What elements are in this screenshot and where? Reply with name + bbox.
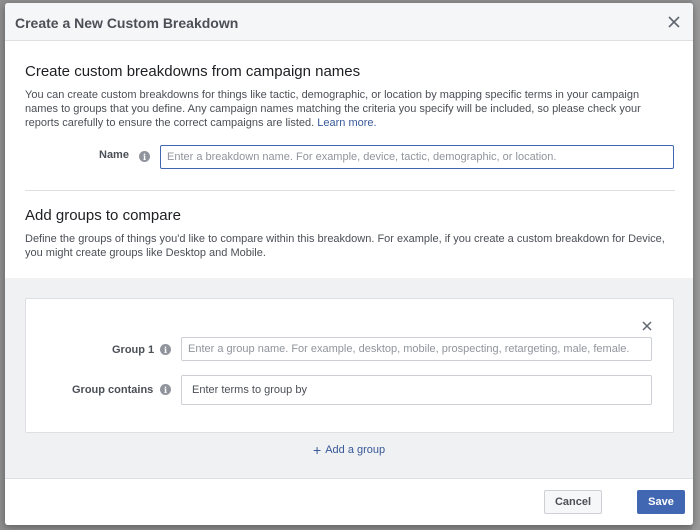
custom-breakdown-modal: Create a New Custom Breakdown Create cus… <box>5 3 693 525</box>
modal-footer: Cancel Save <box>5 478 693 525</box>
cancel-button[interactable]: Cancel <box>544 490 602 514</box>
breakdown-name-input[interactable]: Enter a breakdown name. For example, dev… <box>160 145 674 169</box>
name-row: Name <box>99 149 129 161</box>
name-label: Name <box>99 149 129 161</box>
add-group-label: Add a group <box>325 444 386 456</box>
group-terms-input[interactable]: Enter terms to group by <box>181 375 652 405</box>
modal-header: Create a New Custom Breakdown <box>5 3 693 41</box>
info-icon[interactable]: i <box>160 344 171 355</box>
modal-title: Create a New Custom Breakdown <box>15 15 239 31</box>
close-icon[interactable] <box>663 11 685 33</box>
breakdown-name-section: Create custom breakdowns from campaign n… <box>25 63 675 130</box>
section-heading: Add groups to compare <box>25 207 181 224</box>
section-heading: Create custom breakdowns from campaign n… <box>25 63 361 80</box>
background-page-edge <box>692 0 700 530</box>
info-icon[interactable]: i <box>139 151 150 162</box>
group-contains-label: Group contains <box>72 384 154 396</box>
section-description: You can create custom breakdowns for thi… <box>25 88 675 130</box>
group-card: Group 1 i Enter a group name. For exampl… <box>25 298 674 433</box>
save-button[interactable]: Save <box>637 490 685 514</box>
section-description: Define the groups of things you'd like t… <box>25 233 665 259</box>
groups-section: Add groups to compare Define the groups … <box>25 207 675 260</box>
add-group-button[interactable]: + Add a group <box>313 441 386 458</box>
divider <box>25 190 675 191</box>
plus-icon: + <box>313 441 322 458</box>
group-name-label: Group 1 <box>112 344 155 356</box>
learn-more-link[interactable]: Learn more. <box>317 117 376 129</box>
info-icon[interactable]: i <box>160 384 171 395</box>
remove-group-icon[interactable] <box>641 319 653 331</box>
group-name-input[interactable]: Enter a group name. For example, desktop… <box>181 337 652 361</box>
